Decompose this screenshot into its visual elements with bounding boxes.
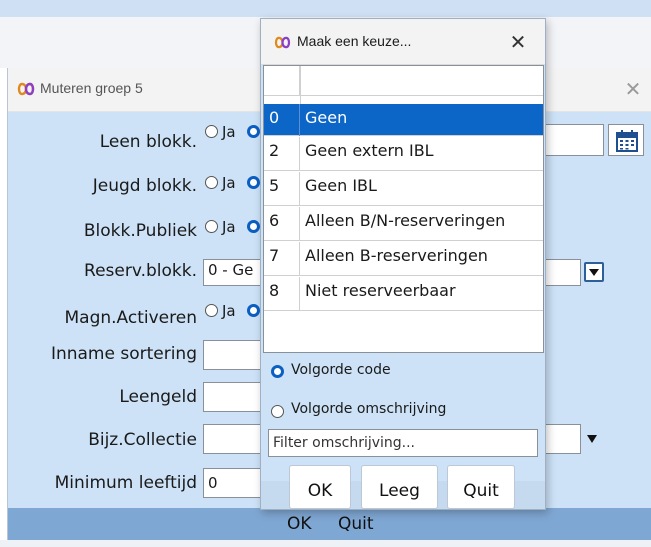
radio-jeugd-nee[interactable] [247, 176, 260, 189]
minimum-leeftijd-field[interactable]: 0 [203, 468, 265, 498]
app-logo-icon [17, 82, 35, 96]
radio-magn-nee[interactable] [247, 304, 260, 317]
bijz-collectie-dropdown-button[interactable] [584, 430, 602, 448]
app-logo-icon [274, 36, 291, 49]
list-item[interactable]: 7 Alleen B-reserveringen [264, 242, 543, 276]
label-leen-blokk: Leen blokk. [99, 132, 197, 152]
radio-publiek-ja-label: Ja [222, 218, 236, 236]
radio-magn-ja-label: Ja [222, 302, 236, 320]
chevron-down-icon [587, 435, 597, 443]
list-item-code [264, 66, 300, 95]
list-item-description: Geen IBL [305, 176, 377, 195]
list-item[interactable]: 8 Niet reserveerbaar [264, 277, 543, 311]
radio-magn-ja[interactable] [205, 304, 218, 317]
list-item[interactable]: 5 Geen IBL [264, 172, 543, 206]
popup-title: Maak een keuze... [297, 33, 412, 49]
reserv-blokk-select-tail[interactable] [543, 259, 581, 286]
leengeld-field[interactable] [203, 382, 265, 412]
main-footer: OK Quit [8, 508, 651, 540]
filter-input[interactable]: Filter omschrijving... [268, 429, 538, 457]
bijz-collectie-select-tail[interactable] [543, 424, 581, 454]
list-item[interactable]: 6 Alleen B/N-reserveringen [264, 207, 543, 241]
reserv-dropdown-button[interactable] [584, 262, 604, 282]
label-reserv-blokk: Reserv.blokk. [84, 261, 197, 281]
radio-leen-nee[interactable] [247, 125, 260, 138]
radio-volgorde-code[interactable] [271, 365, 284, 378]
main-window-title: Muteren groep 5 [40, 80, 143, 96]
popup-quit-button[interactable]: Quit [447, 465, 515, 509]
list-item-description: Alleen B/N-reserveringen [305, 211, 506, 230]
reserv-blokk-select[interactable]: 0 - Ge [203, 259, 265, 286]
bijz-collectie-select[interactable] [203, 424, 265, 454]
label-minimum-leeftijd: Minimum leeftijd [54, 473, 197, 493]
radio-publiek-ja[interactable] [205, 220, 218, 233]
list-item-description: Geen [305, 108, 348, 127]
list-item-code: 5 [264, 172, 300, 205]
calendar-button[interactable] [608, 124, 644, 156]
list-item-description [300, 66, 543, 95]
label-leengeld: Leengeld [119, 387, 197, 407]
ok-button[interactable]: OK [287, 514, 312, 534]
list-item-code: 8 [264, 277, 300, 310]
quit-button[interactable]: Quit [338, 514, 374, 534]
popup-ok-button[interactable]: OK [289, 465, 351, 509]
list-item-description: Niet reserveerbaar [305, 281, 456, 300]
list-item[interactable] [264, 66, 543, 96]
radio-leen-ja-label: Ja [222, 123, 236, 141]
chevron-down-icon [589, 269, 599, 276]
label-inname-sortering: Inname sortering [50, 344, 197, 364]
choice-list[interactable]: 0 Geen 2 Geen extern IBL 5 Geen IBL 6 Al… [263, 65, 544, 353]
close-icon[interactable]: ✕ [505, 29, 531, 55]
list-item-description: Alleen B-reserveringen [305, 246, 488, 265]
list-item-code: 6 [264, 207, 300, 240]
list-item-selected[interactable]: 0 Geen [264, 104, 543, 136]
radio-publiek-nee[interactable] [247, 220, 260, 233]
label-bijz-collectie: Bijz.Collectie [88, 430, 197, 450]
calendar-icon [616, 130, 638, 152]
label-jeugd-blokk: Jeugd blokk. [92, 176, 197, 196]
close-icon[interactable]: ✕ [620, 76, 646, 102]
radio-jeugd-ja-label: Ja [222, 174, 236, 192]
popup-clear-button[interactable]: Leeg [361, 465, 438, 509]
column-divider [300, 66, 301, 104]
label-blokk-publiek: Blokk.Publiek [83, 221, 197, 241]
popup-titlebar[interactable]: Maak een keuze... ✕ [261, 19, 545, 65]
radio-leen-ja[interactable] [205, 125, 218, 138]
label-magn-activeren: Magn.Activeren [64, 308, 198, 328]
radio-volgorde-omschrijving-label: Volgorde omschrijving [291, 401, 447, 417]
desktop-top-strip [0, 0, 651, 17]
list-item-code: 0 [264, 104, 300, 136]
list-item-description: Geen extern IBL [305, 141, 434, 160]
leen-date-field[interactable] [543, 124, 604, 156]
list-item[interactable]: 2 Geen extern IBL [264, 137, 543, 171]
radio-jeugd-ja[interactable] [205, 176, 218, 189]
list-item-code: 7 [264, 242, 300, 275]
radio-volgorde-code-label: Volgorde code [291, 362, 391, 378]
desktop-bottom-strip [0, 540, 651, 547]
list-item-code: 2 [264, 137, 300, 170]
choice-popup: Maak een keuze... ✕ 0 Geen 2 Geen extern… [260, 18, 546, 510]
inname-sortering-field[interactable] [203, 340, 265, 370]
radio-volgorde-omschrijving[interactable] [271, 405, 284, 418]
